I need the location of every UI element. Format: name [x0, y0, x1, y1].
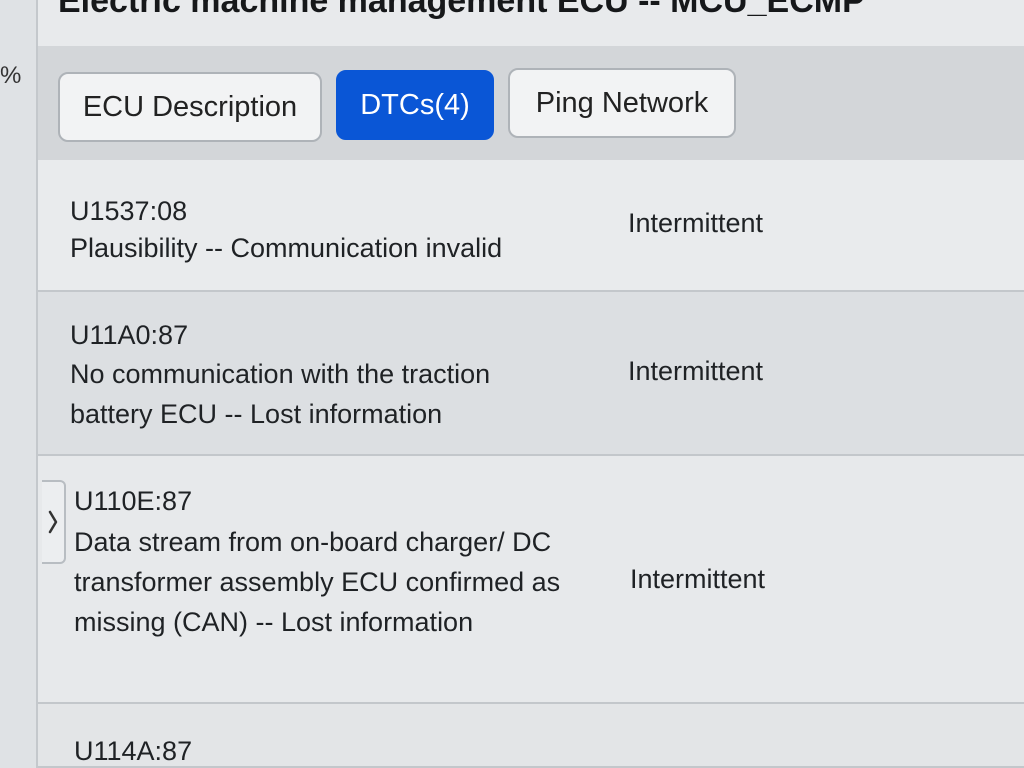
dtc-list: U1537:08 Plausibility -- Communication i…	[38, 160, 1024, 768]
dtc-row[interactable]: U110E:87 Data stream from on-board charg…	[38, 456, 1024, 704]
tab-bar: ECU Description DTCs(4) Ping Network	[38, 46, 1024, 160]
tab-dtcs[interactable]: DTCs(4)	[336, 70, 494, 140]
dtc-row[interactable]: U11A0:87 No communication with the tract…	[38, 292, 1024, 456]
side-panel-edge: %	[0, 0, 38, 768]
dtc-code: U110E:87	[74, 486, 193, 516]
page-title: Electric machine management ECU -- MCU_E…	[58, 0, 865, 20]
dtc-row[interactable]: U114A:87	[38, 704, 1024, 768]
side-partial-text: %	[0, 62, 22, 89]
dtc-code: U1537:08	[70, 196, 188, 226]
dtc-status: Intermittent	[628, 356, 764, 386]
tab-ecu-description[interactable]: ECU Description	[58, 72, 322, 142]
dtc-description: Plausibility -- Communication invalid	[70, 233, 503, 263]
dtc-description: No communication with the traction batte…	[70, 359, 491, 429]
title-bar: Electric machine management ECU -- MCU_E…	[38, 0, 1024, 46]
dtc-row[interactable]: U1537:08 Plausibility -- Communication i…	[38, 160, 1024, 292]
dtc-code: U114A:87	[74, 736, 193, 766]
dtc-status: Intermittent	[628, 208, 764, 238]
dtc-description: Data stream from on-board charger/ DC tr…	[74, 527, 561, 637]
dtc-code: U11A0:87	[70, 320, 189, 350]
tab-ping-network[interactable]: Ping Network	[508, 68, 736, 138]
dtc-status: Intermittent	[630, 564, 766, 594]
ecu-detail-panel: Electric machine management ECU -- MCU_E…	[38, 0, 1024, 768]
chevron-right-icon[interactable]	[42, 480, 66, 564]
